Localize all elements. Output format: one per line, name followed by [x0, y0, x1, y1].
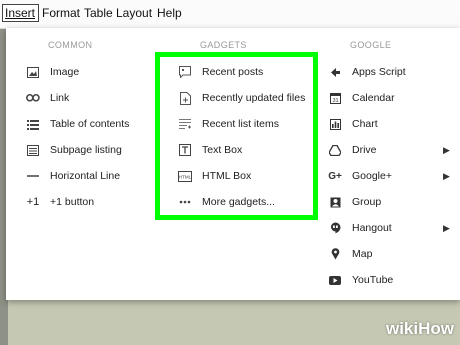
menu-help[interactable]: Help — [157, 6, 182, 20]
svg-text:31: 31 — [332, 98, 338, 104]
group-icon — [328, 195, 342, 209]
menu-insert[interactable]: Insert — [2, 4, 40, 22]
googleplus-submenu-arrow-icon: ▶ — [443, 171, 450, 181]
menu-item-plus-one-button[interactable]: +1 +1 button — [26, 192, 94, 212]
menu-layout[interactable]: Layout — [116, 6, 152, 20]
menu-item-youtube[interactable]: YouTube — [328, 270, 393, 290]
chart-icon — [328, 117, 342, 131]
menu-item-subpage-listing[interactable]: Subpage listing — [26, 140, 122, 160]
menu-table[interactable]: Table — [84, 6, 113, 20]
menu-format[interactable]: Format — [42, 6, 80, 20]
map-icon — [328, 247, 342, 261]
google-header: GOOGLE — [350, 40, 392, 50]
subpage-icon — [26, 143, 40, 157]
googleplus-icon: G+ — [328, 170, 342, 182]
menu-item-horizontal-line[interactable]: Horizontal Line — [26, 166, 120, 186]
menu-item-table-of-contents[interactable]: Table of contents — [26, 114, 129, 134]
menu-item-link[interactable]: Link — [26, 88, 69, 108]
link-icon — [26, 91, 40, 105]
gadgets-highlight-box — [155, 52, 318, 220]
toc-icon — [26, 117, 40, 131]
menu-item-map[interactable]: Map — [328, 244, 372, 264]
menu-item-apps-script[interactable]: Apps Script — [328, 62, 406, 82]
youtube-icon — [328, 273, 342, 287]
drive-icon — [328, 143, 342, 157]
menu-item-chart[interactable]: Chart — [328, 114, 378, 134]
hangout-submenu-arrow-icon: ▶ — [443, 223, 450, 233]
menu-item-googleplus[interactable]: G+ Google+ — [328, 166, 392, 186]
drive-submenu-arrow-icon: ▶ — [443, 145, 450, 155]
menu-item-drive[interactable]: Drive — [328, 140, 377, 160]
menu-item-image[interactable]: Image — [26, 62, 79, 82]
gadgets-header: GADGETS — [200, 40, 247, 50]
watermark-logo: wikiHow — [385, 319, 454, 338]
menu-item-group[interactable]: Group — [328, 192, 381, 212]
hangout-icon — [328, 221, 342, 235]
menu-bar: Insert Format Table Layout Help — [0, 0, 460, 29]
image-icon — [26, 65, 40, 79]
calendar-icon: 31 — [328, 91, 342, 105]
plusone-icon: +1 — [26, 196, 40, 208]
menu-item-hangout[interactable]: Hangout — [328, 218, 392, 238]
apps-script-icon — [328, 65, 342, 79]
menu-item-calendar[interactable]: 31 Calendar — [328, 88, 395, 108]
hline-icon — [26, 169, 40, 183]
common-header: COMMON — [48, 40, 93, 50]
